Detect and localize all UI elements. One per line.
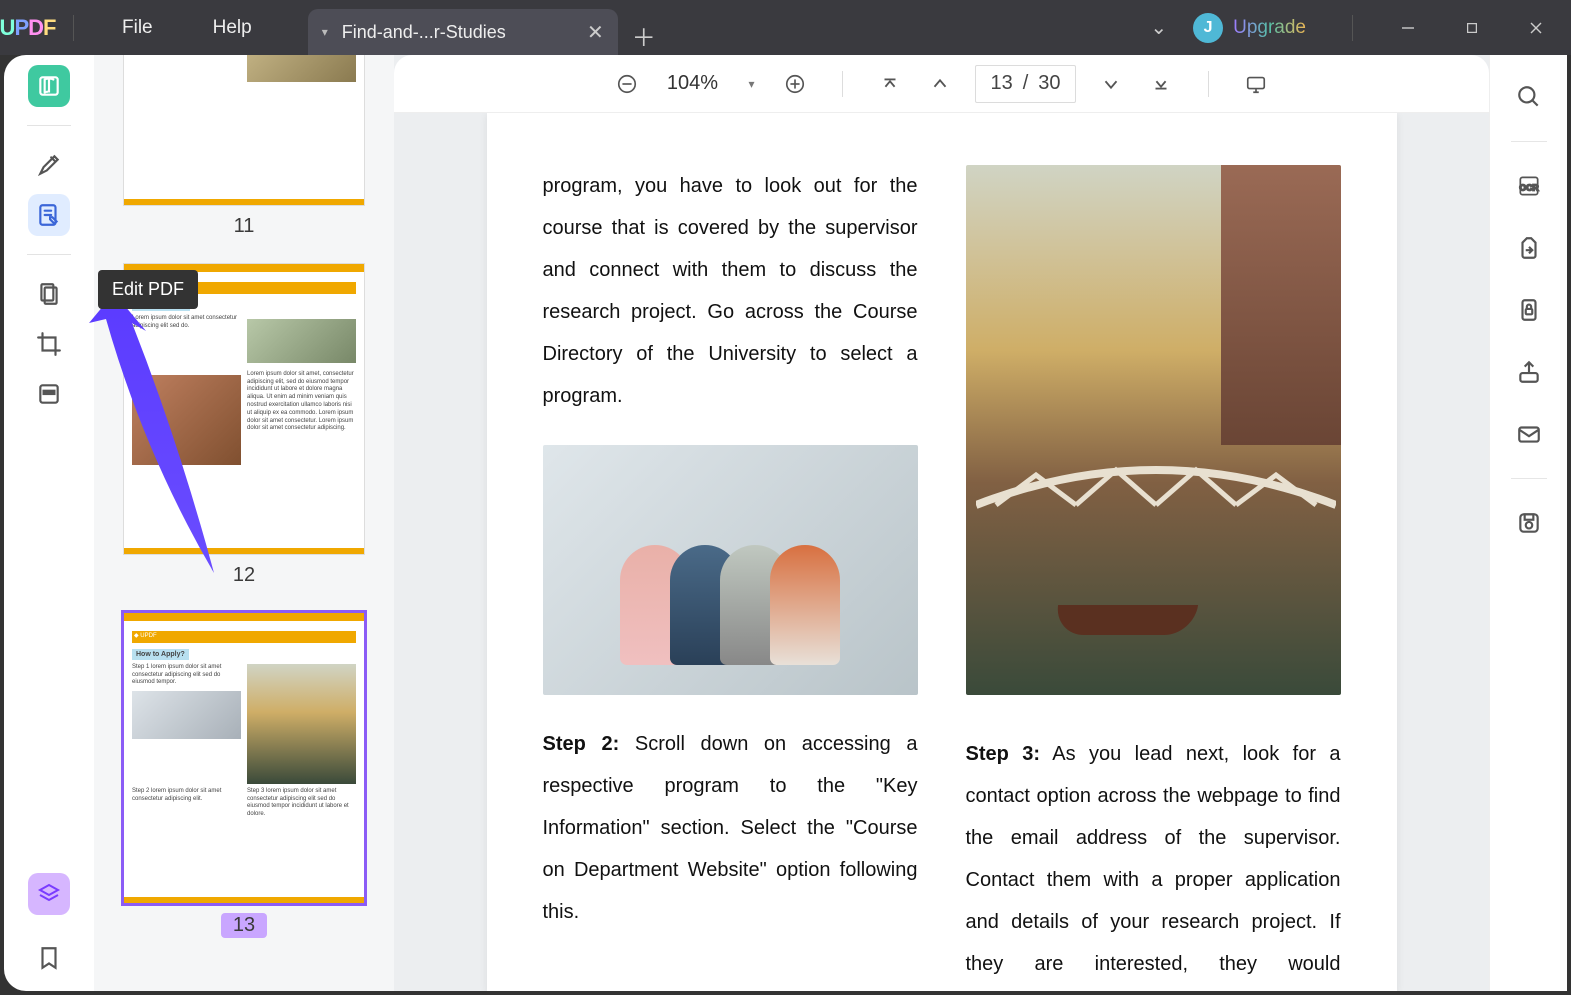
- body-text: Step 3: As you lead next, look for a con…: [966, 733, 1341, 991]
- reader-tool[interactable]: [28, 65, 70, 107]
- thumbnail-label: 12: [124, 564, 364, 587]
- thumbnails-panel[interactable]: Eligibility Criteria Lorem ipsum dolor s…: [94, 55, 394, 991]
- left-tool-rail: [4, 55, 94, 991]
- tab-title: Find-and-...r-Studies: [342, 22, 506, 43]
- thumbnail-page[interactable]: Eligibility Criteria Lorem ipsum dolor s…: [124, 55, 364, 205]
- right-tool-rail: OCR: [1489, 55, 1567, 991]
- prev-page-button[interactable]: [925, 69, 955, 99]
- comment-tool[interactable]: [28, 144, 70, 186]
- zoom-dropdown-icon[interactable]: ▾: [742, 77, 760, 91]
- save-as-button[interactable]: [1511, 505, 1547, 541]
- layers-button[interactable]: [28, 873, 70, 915]
- edit-pdf-tool[interactable]: [28, 194, 70, 236]
- page-viewport[interactable]: program, you have to look out for the co…: [394, 113, 1489, 991]
- pdf-page: program, you have to look out for the co…: [487, 113, 1397, 991]
- app-body: Edit PDF Eligibility Criteria Lorem ipsu…: [4, 55, 1567, 991]
- zoom-out-button[interactable]: [612, 69, 642, 99]
- svg-text:OCR: OCR: [1519, 182, 1539, 192]
- upgrade-link[interactable]: Upgrade: [1233, 17, 1306, 39]
- view-toolbar: 104% ▾ 13 / 30: [394, 55, 1489, 113]
- user-avatar[interactable]: J: [1193, 13, 1223, 43]
- next-page-button[interactable]: [1096, 69, 1126, 99]
- zoom-in-button[interactable]: [780, 69, 810, 99]
- thumbnail-label: 11: [124, 215, 364, 238]
- app-logo: UPDF: [0, 0, 55, 55]
- crop-tool[interactable]: [28, 323, 70, 365]
- main-area: 104% ▾ 13 / 30 program, you have to look…: [394, 55, 1489, 991]
- zoom-level: 104%: [662, 72, 722, 95]
- new-tab-button[interactable]: ＋: [624, 15, 664, 55]
- menu-file[interactable]: File: [92, 17, 183, 39]
- body-text: Step 2: Scroll down on accessing a respe…: [543, 723, 918, 933]
- page-total: 30: [1038, 72, 1060, 95]
- menu-help[interactable]: Help: [183, 17, 282, 39]
- presentation-button[interactable]: [1241, 69, 1271, 99]
- window-maximize-icon[interactable]: [1445, 8, 1499, 48]
- redact-tool[interactable]: [28, 373, 70, 415]
- page-number-input[interactable]: 13 / 30: [975, 65, 1075, 103]
- first-page-button[interactable]: [875, 69, 905, 99]
- search-button[interactable]: [1511, 79, 1547, 115]
- page-separator: /: [1023, 72, 1029, 95]
- tab-dropdown-icon[interactable]: ▾: [322, 25, 328, 39]
- bookmark-button[interactable]: [28, 937, 70, 979]
- edit-pdf-tooltip: Edit PDF: [98, 270, 198, 309]
- page-current: 13: [990, 72, 1012, 95]
- document-image-students: [543, 445, 918, 695]
- last-page-button[interactable]: [1146, 69, 1176, 99]
- convert-button[interactable]: [1511, 230, 1547, 266]
- document-image-bridge: [966, 165, 1341, 695]
- organize-pages-tool[interactable]: [28, 273, 70, 315]
- window-minimize-icon[interactable]: [1381, 8, 1435, 48]
- document-tab[interactable]: ▾ Find-and-...r-Studies ✕: [308, 9, 618, 55]
- protect-button[interactable]: [1511, 292, 1547, 328]
- share-button[interactable]: [1511, 354, 1547, 390]
- tab-strip: ▾ Find-and-...r-Studies ✕ ＋: [308, 0, 664, 55]
- tabs-overflow-icon[interactable]: ⌄: [1134, 15, 1183, 40]
- body-text: program, you have to look out for the co…: [543, 165, 918, 417]
- title-bar: UPDF File Help ▾ Find-and-...r-Studies ✕…: [0, 0, 1571, 55]
- tab-close-icon[interactable]: ✕: [587, 20, 604, 45]
- thumbnail-page-current[interactable]: ◆ UPDF How to Apply? Step 1 lorem ipsum …: [124, 613, 364, 903]
- email-button[interactable]: [1511, 416, 1547, 452]
- thumbnail-label-current: 13: [221, 913, 267, 938]
- window-close-icon[interactable]: [1509, 8, 1563, 48]
- ocr-button[interactable]: OCR: [1511, 168, 1547, 204]
